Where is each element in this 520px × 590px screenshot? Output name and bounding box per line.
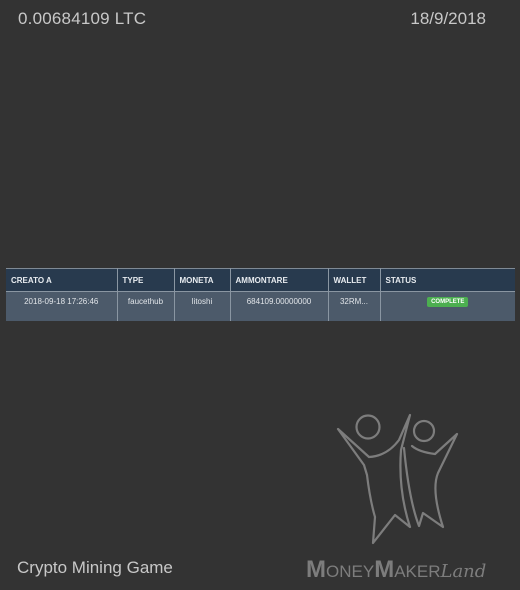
column-header-status[interactable]: STATUS xyxy=(380,268,515,292)
logo-land: Land xyxy=(440,561,487,582)
column-header-amount[interactable]: AMMONTARE xyxy=(230,268,329,292)
column-header-created[interactable]: CREATO A xyxy=(6,268,118,292)
moneymakerland-logo: MONEYMAKERLand xyxy=(306,556,486,584)
cell-wallet: 32RM... xyxy=(328,291,381,321)
column-header-type[interactable]: TYPE xyxy=(117,268,175,292)
transactions-table: CREATO A TYPE MONETA AMMONTARE WALLET ST… xyxy=(6,268,515,321)
balance-display: 0.00684109 LTC xyxy=(18,9,147,28)
status-badge: COMPLETE xyxy=(427,297,469,307)
logo-letter-m1: M xyxy=(306,556,326,583)
type-text: faucethub xyxy=(127,297,164,306)
amount-text: 684109.00000000 xyxy=(246,297,312,306)
cell-status: COMPLETE xyxy=(380,291,515,321)
column-header-currency[interactable]: MONETA xyxy=(174,268,231,292)
table-header-row: CREATO A TYPE MONETA AMMONTARE WALLET ST… xyxy=(6,268,515,292)
created-at-text: 2018-09-18 17:26:46 xyxy=(24,297,99,306)
people-logo-icon xyxy=(335,410,460,549)
logo-letter-m2: M xyxy=(374,556,395,583)
date-display: 18/9/2018 xyxy=(410,9,486,28)
column-header-wallet[interactable]: WALLET xyxy=(328,268,381,292)
cell-amount: 684109.00000000 xyxy=(230,291,329,321)
logo-oney: ONEY xyxy=(326,562,375,581)
cell-created: 2018-09-18 17:26:46 xyxy=(6,291,118,321)
currency-text: litoshi xyxy=(191,297,213,306)
table-row: 2018-09-18 17:26:46 faucethub litoshi 68… xyxy=(6,291,515,321)
wallet-text: 32RM... xyxy=(339,297,368,306)
logo-aker: AKER xyxy=(394,562,441,581)
cell-type: faucethub xyxy=(117,291,175,321)
game-title: Crypto Mining Game xyxy=(17,558,173,577)
cell-currency: litoshi xyxy=(174,291,231,321)
